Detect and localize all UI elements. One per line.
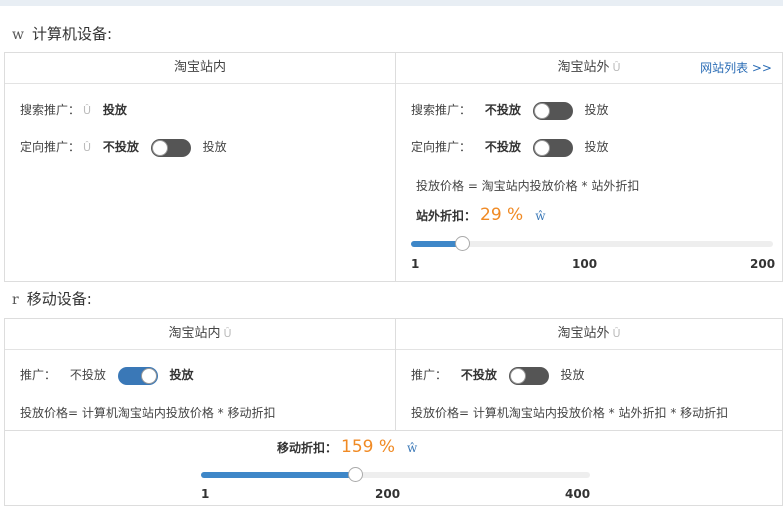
desktop-outer-column: 淘宝站外 Û 网站列表 >> 搜索推广： 不投放 投放 定向推广： 不投放 投放 …: [396, 53, 782, 281]
slider-tick-min: 1: [201, 487, 210, 501]
mobile-inner-promo-toggle[interactable]: [117, 366, 158, 385]
desktop-outer-discount-row: 站外折扣： 29 % ŵ: [416, 205, 546, 225]
desktop-inner-search-row: 搜索推广： Û 投放: [20, 103, 127, 117]
info-hint-icon: Û: [83, 141, 92, 154]
desktop-inner-head: 淘宝站内: [5, 53, 395, 84]
site-list-link[interactable]: 网站列表 >>: [700, 53, 772, 83]
mobile-inner-head: 淘宝站内 Û: [5, 319, 395, 350]
mobile-outer-formula: 投放价格= 计算机淘宝站内投放价格 * 站外折扣 * 移动折扣: [411, 406, 729, 420]
desktop-inner-target-row: 定向推广： Û 不投放 投放: [20, 136, 227, 158]
help-icon[interactable]: ŵ: [407, 441, 417, 455]
mobile-outer-promo-toggle[interactable]: [508, 366, 549, 385]
mobile-discount-slider[interactable]: [201, 467, 590, 482]
mobile-inner-formula: 投放价格= 计算机淘宝站内投放价格 * 移动折扣: [20, 406, 276, 420]
desktop-section-title: w 计算机设备:: [12, 25, 113, 43]
mobile-discount-row: 移动折扣： 159 % ŵ: [277, 437, 418, 457]
slider-tick-min: 1: [411, 257, 420, 271]
info-hint-icon: Û: [612, 327, 621, 340]
desktop-outer-search-toggle[interactable]: [532, 101, 573, 120]
desktop-discount-slider[interactable]: [411, 236, 773, 251]
desktop-outer-formula: 投放价格 = 淘宝站内投放价格 * 站外折扣: [416, 179, 640, 193]
desktop-icon: w: [12, 27, 24, 43]
mobile-section-title: r 移动设备:: [12, 290, 92, 308]
mobile-outer-column: 淘宝站外 Û 推广： 不投放 投放 投放价格= 计算机淘宝站内投放价格 * 站外折…: [396, 319, 782, 431]
mobile-outer-promo-row: 推广： 不投放 投放: [411, 364, 585, 386]
mobile-panel: 淘宝站内 Û 推广： 不投放 投放 投放价格= 计算机淘宝站内投放价格 * 移动折…: [4, 318, 783, 506]
slider-tick-max: 400: [565, 487, 591, 501]
info-hint-icon: Û: [83, 104, 92, 117]
desktop-inner-column: 淘宝站内 搜索推广： Û 投放 定向推广： Û 不投放 投放: [5, 53, 396, 281]
info-hint-icon: Û: [223, 327, 232, 340]
desktop-discount-value: 29 %: [480, 205, 524, 225]
mobile-inner-column: 淘宝站内 Û 推广： 不投放 投放 投放价格= 计算机淘宝站内投放价格 * 移动折…: [5, 319, 396, 431]
mobile-inner-promo-row: 推广： 不投放 投放: [20, 364, 194, 386]
slider-tick-max: 200: [750, 257, 776, 271]
mobile-icon: r: [12, 292, 19, 308]
slider-tick-mid: 100: [572, 257, 598, 271]
desktop-panel: 淘宝站内 搜索推广： Û 投放 定向推广： Û 不投放 投放 淘宝站外 Û 网站列表 …: [4, 52, 783, 282]
desktop-outer-search-row: 搜索推广： 不投放 投放: [411, 99, 609, 121]
info-hint-icon: Û: [612, 61, 621, 74]
slider-fill: [201, 472, 356, 478]
top-bar: [0, 0, 783, 6]
desktop-outer-target-toggle[interactable]: [532, 138, 573, 157]
mobile-outer-head: 淘宝站外 Û: [396, 319, 782, 350]
slider-handle[interactable]: [348, 467, 364, 482]
desktop-outer-target-row: 定向推广： 不投放 投放: [411, 136, 609, 158]
mobile-discount-value: 159 %: [341, 437, 396, 457]
slider-handle[interactable]: [454, 236, 470, 251]
help-icon[interactable]: ŵ: [535, 209, 545, 223]
desktop-inner-target-toggle[interactable]: [150, 138, 191, 157]
slider-tick-mid: 200: [375, 487, 401, 501]
